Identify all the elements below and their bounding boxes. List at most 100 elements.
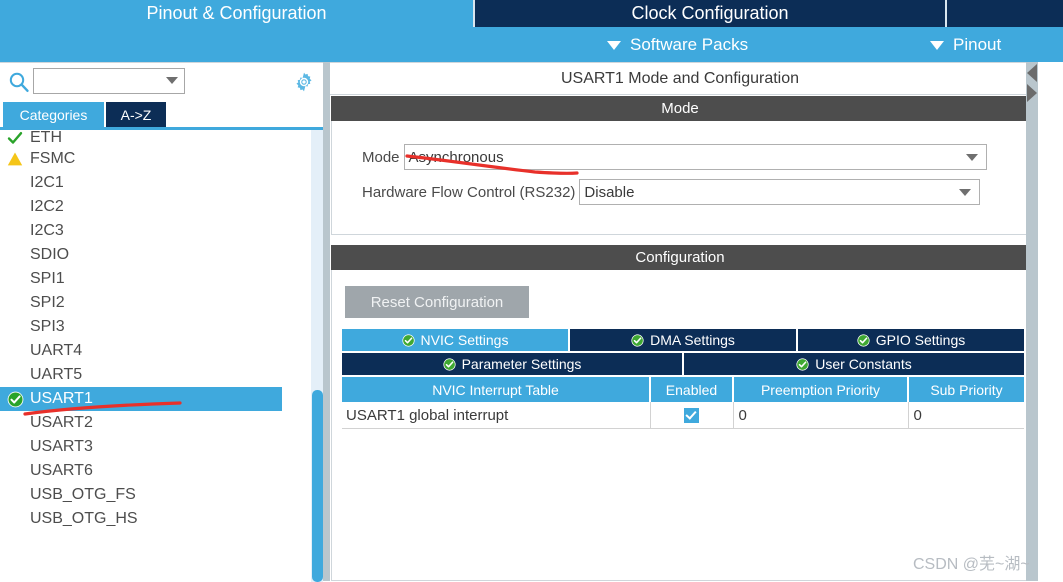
tab-clock-configuration[interactable]: Clock Configuration	[473, 0, 945, 27]
sidebar-item-label: USB_OTG_HS	[30, 510, 138, 527]
peripheral-sidebar: Categories A->Z ETH FSMC I2C1 I2C2 I2C3 SDIO S…	[0, 62, 330, 582]
chevron-down-icon	[930, 41, 944, 50]
sidebar-item-spi3[interactable]: SPI3	[0, 315, 310, 339]
configuration-tab-row-2: Parameter Settings User Constants	[342, 353, 1024, 375]
right-pane-gutter	[1026, 62, 1038, 581]
sidebar-item-usart1[interactable]: USART1	[0, 387, 282, 411]
configuration-pane: USART1 Mode and Configuration Mode Mode …	[330, 62, 1063, 582]
right-margin	[1038, 62, 1063, 581]
table-row[interactable]: USART1 global interrupt 0 0	[342, 402, 1024, 429]
check-icon	[6, 130, 24, 147]
hardware-flow-control-select[interactable]: Disable	[579, 179, 981, 205]
sidebar-item-usart2[interactable]: USART2	[0, 411, 310, 435]
tab-pinout-configuration[interactable]: Pinout & Configuration	[0, 0, 473, 27]
sidebar-item-spi2[interactable]: SPI2	[0, 291, 310, 315]
tab-categories[interactable]: Categories	[3, 102, 104, 127]
tab-clock-configuration-label: Clock Configuration	[631, 3, 789, 23]
sidebar-scrollbar-thumb[interactable]	[312, 390, 323, 582]
search-input[interactable]	[34, 69, 164, 93]
cell-preemption-priority[interactable]: 0	[733, 402, 909, 429]
menu-pinout[interactable]: Pinout	[930, 27, 1001, 62]
sidebar-item-label: SPI2	[30, 294, 65, 311]
sidebar-item-label: UART5	[30, 366, 83, 383]
tab-extra[interactable]	[945, 0, 1063, 27]
sidebar-item-i2c1[interactable]: I2C1	[0, 171, 310, 195]
sidebar-item-label: USART1	[30, 390, 93, 407]
menu-pinout-label: Pinout	[953, 34, 1002, 54]
tab-dma-settings[interactable]: DMA Settings	[570, 329, 798, 351]
menu-software-packs-label: Software Packs	[630, 34, 749, 54]
tab-gpio-settings[interactable]: GPIO Settings	[798, 329, 1024, 351]
sidebar-item-sdio[interactable]: SDIO	[0, 243, 310, 267]
sidebar-item-usart3[interactable]: USART3	[0, 435, 310, 459]
checkbox-enabled[interactable]	[684, 408, 699, 424]
search-row	[0, 63, 330, 102]
chevron-down-icon[interactable]	[166, 77, 178, 84]
column-header-nvic-interrupt-table[interactable]: NVIC Interrupt Table	[342, 377, 651, 402]
tab-label: Parameter Settings	[461, 356, 582, 372]
configuration-tabs: NVIC Settings DMA Settings GPIO Settings P…	[342, 329, 1024, 377]
sidebar-scrollbar[interactable]	[310, 130, 323, 582]
top-header: Pinout & Configuration Clock Configurati…	[0, 0, 1063, 62]
gear-icon[interactable]	[293, 71, 315, 93]
check-badge-icon	[796, 357, 809, 371]
cell-enabled[interactable]	[650, 402, 734, 429]
pane-resize-arrows[interactable]	[1026, 62, 1038, 102]
reset-configuration-button-label: Reset Configuration	[370, 293, 504, 311]
sidebar-item-label: USART3	[30, 438, 93, 455]
sidebar-item-i2c3[interactable]: I2C3	[0, 219, 310, 243]
configuration-tab-row-1: NVIC Settings DMA Settings GPIO Settings	[342, 329, 1024, 351]
sidebar-item-label: FSMC	[30, 150, 76, 167]
sidebar-item-fsmc[interactable]: FSMC	[0, 147, 310, 171]
tab-parameter-settings[interactable]: Parameter Settings	[342, 353, 684, 375]
cell-sub-priority[interactable]: 0	[908, 402, 1024, 429]
check-badge-icon	[401, 333, 415, 347]
watermark: CSDN @芜~湖~	[913, 556, 1030, 573]
sidebar-item-label: USART2	[30, 414, 93, 431]
tab-label: DMA Settings	[650, 332, 735, 348]
sidebar-item-usart6[interactable]: USART6	[0, 459, 310, 483]
column-header-preemption-priority[interactable]: Preemption Priority	[733, 377, 909, 402]
tab-label: NVIC Settings	[420, 332, 509, 348]
column-header-sub-priority[interactable]: Sub Priority	[908, 377, 1024, 402]
hardware-flow-control-value: Disable	[584, 183, 635, 201]
table-header-row: NVIC Interrupt Table Enabled Preemption …	[342, 377, 1024, 402]
arrow-left-icon[interactable]	[1027, 64, 1037, 82]
tab-pinout-configuration-label: Pinout & Configuration	[146, 3, 327, 23]
warning-icon	[6, 150, 24, 168]
sidebar-item-label: ETH	[30, 130, 62, 146]
sidebar-item-spi1[interactable]: SPI1	[0, 267, 310, 291]
nvic-interrupt-table: NVIC Interrupt Table Enabled Preemption …	[342, 377, 1024, 429]
chevron-down-icon	[607, 41, 621, 50]
category-tab-row: Categories A->Z	[0, 102, 330, 127]
tab-a-to-z-label: A->Z	[120, 106, 152, 123]
field-hardware-flow-control: Hardware Flow Control (RS232) Disable	[362, 179, 981, 205]
check-badge-icon	[6, 390, 24, 408]
sidebar-item-uart5[interactable]: UART5	[0, 363, 310, 387]
menu-software-packs[interactable]: Software Packs	[607, 27, 748, 62]
mode-select[interactable]: Asynchronous	[403, 144, 987, 170]
sidebar-item-eth[interactable]: ETH	[0, 130, 310, 147]
reset-configuration-button[interactable]: Reset Configuration	[345, 286, 529, 318]
sidebar-item-label: I2C3	[30, 222, 64, 239]
page-title: USART1 Mode and Configuration	[330, 63, 1030, 95]
sidebar-item-label: SPI1	[30, 270, 65, 287]
tab-a-to-z[interactable]: A->Z	[106, 102, 166, 127]
tab-nvic-settings[interactable]: NVIC Settings	[342, 329, 570, 351]
sidebar-gutter	[323, 62, 330, 581]
sidebar-item-usb-otg-hs[interactable]: USB_OTG_HS	[0, 507, 310, 531]
field-hardware-flow-control-label: Hardware Flow Control (RS232)	[362, 183, 576, 201]
sidebar-item-uart4[interactable]: UART4	[0, 339, 310, 363]
cell-interrupt-name: USART1 global interrupt	[342, 402, 651, 429]
chevron-down-icon[interactable]	[959, 189, 972, 196]
tab-user-constants[interactable]: User Constants	[684, 353, 1024, 375]
check-badge-icon	[857, 333, 870, 347]
search-box[interactable]	[33, 68, 185, 94]
mode-section-header-label: Mode	[661, 100, 699, 117]
peripheral-list[interactable]: ETH FSMC I2C1 I2C2 I2C3 SDIO SPI1 SPI2 SPI3 UART4…	[0, 130, 310, 582]
column-header-enabled[interactable]: Enabled	[650, 377, 734, 402]
sidebar-item-usb-otg-fs[interactable]: USB_OTG_FS	[0, 483, 310, 507]
chevron-down-icon[interactable]	[965, 154, 978, 161]
sidebar-item-i2c2[interactable]: I2C2	[0, 195, 310, 219]
arrow-right-icon[interactable]	[1027, 84, 1037, 102]
